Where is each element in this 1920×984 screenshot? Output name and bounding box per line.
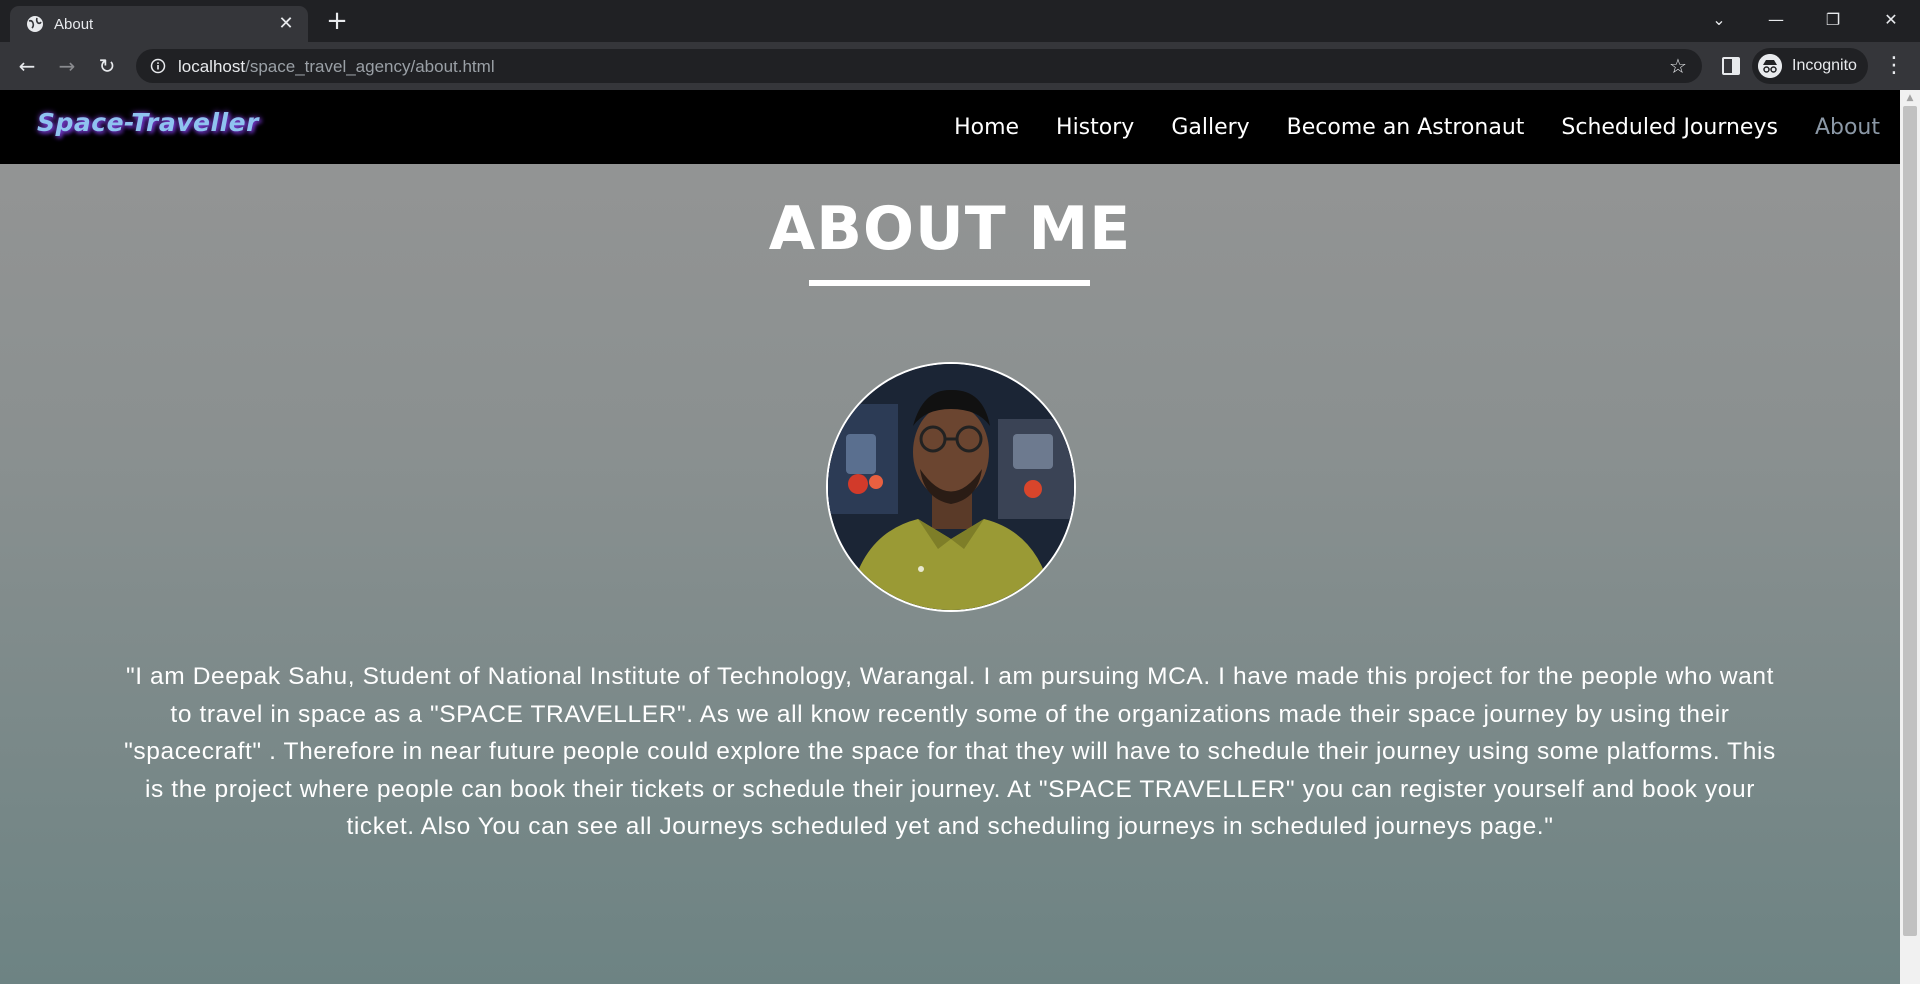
browser-tab-about[interactable]: About ✕ bbox=[10, 6, 308, 42]
site-navbar: Space-Traveller Home History Gallery Bec… bbox=[0, 90, 1900, 164]
address-bar[interactable]: localhost/space_travel_agency/about.html… bbox=[136, 49, 1702, 83]
bookmark-star-icon[interactable]: ☆ bbox=[1666, 54, 1690, 78]
nav-links: Home History Gallery Become an Astronaut… bbox=[917, 90, 1880, 164]
new-tab-icon[interactable]: + bbox=[325, 8, 349, 34]
site-info-icon[interactable] bbox=[150, 58, 166, 74]
tab-search-icon[interactable]: ⌄ bbox=[1699, 6, 1739, 34]
bio-paragraph: "I am Deepak Sahu, Student of National I… bbox=[124, 663, 1776, 841]
page-title: ABOUT ME bbox=[768, 194, 1132, 264]
reload-icon[interactable]: ↻ bbox=[93, 52, 121, 80]
profile-portrait-image bbox=[828, 364, 1074, 610]
incognito-icon bbox=[1758, 54, 1782, 78]
nav-link-gallery[interactable]: Gallery bbox=[1171, 115, 1249, 140]
nav-link-history[interactable]: History bbox=[1056, 115, 1134, 140]
incognito-badge[interactable]: Incognito bbox=[1752, 48, 1868, 84]
nav-link-scheduled-journeys[interactable]: Scheduled Journeys bbox=[1561, 115, 1778, 140]
minimize-icon[interactable]: — bbox=[1756, 6, 1796, 34]
scrollbar-thumb[interactable] bbox=[1903, 106, 1917, 936]
globe-icon bbox=[27, 16, 43, 32]
profile-photo bbox=[826, 362, 1076, 612]
nav-link-become-astronaut[interactable]: Become an Astronaut bbox=[1287, 115, 1525, 140]
nav-link-home[interactable]: Home bbox=[954, 115, 1019, 140]
incognito-label: Incognito bbox=[1792, 57, 1857, 74]
side-panel-icon[interactable] bbox=[1720, 55, 1742, 77]
browser-toolbar: ← → ↻ localhost/space_travel_agency/abou… bbox=[0, 42, 1920, 90]
nav-link-about[interactable]: About bbox=[1815, 115, 1880, 140]
close-tab-icon[interactable]: ✕ bbox=[276, 14, 296, 34]
forward-icon[interactable]: → bbox=[53, 52, 81, 80]
close-window-icon[interactable]: ✕ bbox=[1871, 6, 1911, 34]
browser-titlebar: About ✕ + ⌄ — ❐ ✕ bbox=[0, 0, 1920, 42]
scroll-up-icon[interactable]: ▲ bbox=[1900, 90, 1920, 106]
restore-icon[interactable]: ❐ bbox=[1813, 6, 1853, 34]
browser-menu-icon[interactable]: ⋮ bbox=[1880, 52, 1908, 80]
page-scrollbar[interactable]: ▲ bbox=[1900, 90, 1920, 984]
url-text[interactable]: localhost/space_travel_agency/about.html bbox=[178, 57, 495, 77]
back-icon[interactable]: ← bbox=[13, 52, 41, 80]
url-path: /space_travel_agency/about.html bbox=[245, 57, 495, 76]
about-page: Space-Traveller Home History Gallery Bec… bbox=[0, 90, 1900, 984]
site-brand-logo[interactable]: Space-Traveller bbox=[37, 108, 259, 137]
url-host: localhost bbox=[178, 57, 246, 76]
tab-title: About bbox=[54, 16, 94, 33]
page-viewport: Space-Traveller Home History Gallery Bec… bbox=[0, 90, 1920, 984]
title-underline bbox=[809, 280, 1090, 286]
